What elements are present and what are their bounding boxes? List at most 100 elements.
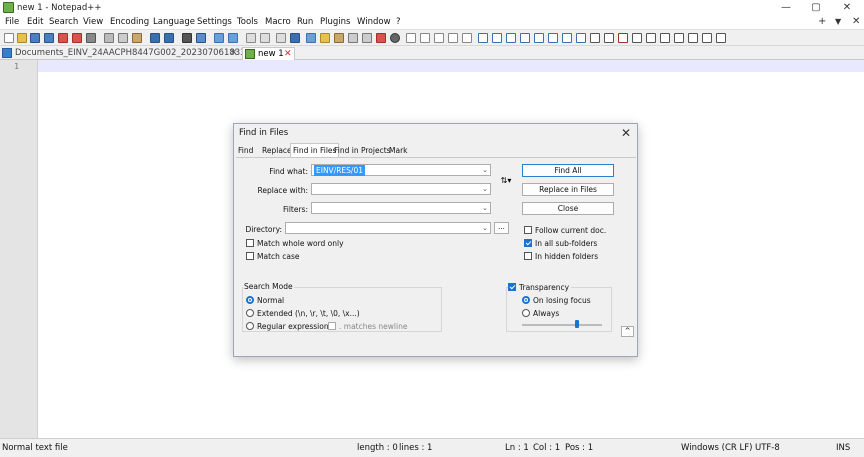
plugin-icon-1[interactable] (478, 33, 488, 43)
plugin-icon-2[interactable] (492, 33, 502, 43)
save-icon[interactable] (30, 33, 40, 43)
collapse-dialog-button[interactable]: ^ (621, 326, 634, 337)
open-file-icon[interactable] (17, 33, 27, 43)
plugin-icon-14[interactable] (660, 33, 670, 43)
zoom-in-icon[interactable] (214, 33, 224, 43)
status-encoding[interactable]: UTF-8 (755, 443, 780, 453)
menu-view[interactable]: View (83, 17, 103, 27)
record-macro-icon[interactable] (390, 33, 400, 43)
matches-newline-checkbox[interactable]: . matches newline (328, 322, 407, 331)
on-losing-focus-radio[interactable]: On losing focus (522, 296, 591, 305)
close-document-button[interactable]: ✕ (852, 16, 860, 27)
tab-find[interactable]: Find (238, 145, 253, 157)
run-macro-multiple-icon[interactable] (448, 33, 458, 43)
show-all-chars-icon[interactable] (290, 33, 300, 43)
plugin-icon-13[interactable] (646, 33, 656, 43)
sync-vertical-icon[interactable] (246, 33, 256, 43)
swap-find-replace-button[interactable]: ⇅▾ (495, 174, 517, 187)
monitoring-icon[interactable] (376, 33, 386, 43)
menu-language[interactable]: Language (153, 17, 195, 27)
status-mode[interactable]: INS (836, 443, 850, 453)
plugin-icon-17[interactable] (702, 33, 712, 43)
replace-with-combo[interactable]: ⌄ (311, 183, 491, 195)
tab-find-in-projects[interactable]: Find in Projects (334, 145, 391, 157)
menu-file[interactable]: File (5, 17, 19, 27)
plugin-icon-8[interactable] (576, 33, 586, 43)
replace-icon[interactable] (196, 33, 206, 43)
chevron-down-icon[interactable]: ⌄ (482, 165, 488, 176)
transparency-checkbox[interactable]: Transparency (508, 283, 572, 292)
plugin-icon-5[interactable] (534, 33, 544, 43)
doc-map-icon[interactable] (334, 33, 344, 43)
copy-icon[interactable] (118, 33, 128, 43)
directory-combo[interactable]: ⌄ (285, 222, 491, 234)
plugin-icon-9[interactable] (590, 33, 600, 43)
find-icon[interactable] (182, 33, 192, 43)
normal-radio[interactable]: Normal (246, 296, 284, 305)
close-file-icon[interactable] (58, 33, 68, 43)
plugin-icon-12[interactable] (632, 33, 642, 43)
regex-radio[interactable]: Regular expression (246, 322, 329, 331)
udl-icon[interactable] (320, 33, 330, 43)
replace-in-files-button[interactable]: Replace in Files (522, 183, 614, 196)
undo-icon[interactable] (150, 33, 160, 43)
new-file-icon[interactable] (4, 33, 14, 43)
folder-workspace-icon[interactable] (362, 33, 372, 43)
find-all-button[interactable]: Find All (522, 164, 614, 177)
menu-macro[interactable]: Macro (265, 17, 291, 27)
chevron-down-icon[interactable]: ⌄ (482, 223, 488, 234)
browse-directory-button[interactable]: ... (494, 222, 509, 234)
in-hidden-folders-checkbox[interactable]: In hidden folders (524, 252, 598, 261)
always-radio[interactable]: Always (522, 309, 559, 318)
tab-find-in-files[interactable]: Find in Files (290, 143, 340, 157)
function-list-icon[interactable] (348, 33, 358, 43)
stop-record-icon[interactable] (420, 33, 430, 43)
start-record-icon[interactable] (406, 33, 416, 43)
paste-icon[interactable] (132, 33, 142, 43)
match-whole-word-checkbox[interactable]: Match whole word only (246, 239, 344, 248)
plugin-icon-3[interactable] (506, 33, 516, 43)
plugin-icon-4[interactable] (520, 33, 530, 43)
menu-run[interactable]: Run (297, 17, 313, 27)
tab-list-dropdown[interactable]: ▼ (835, 17, 841, 26)
menu-edit[interactable]: Edit (27, 17, 43, 27)
tab-mark[interactable]: Mark (389, 145, 408, 157)
close-all-icon[interactable] (72, 33, 82, 43)
plugin-icon-10[interactable] (604, 33, 614, 43)
cut-icon[interactable] (104, 33, 114, 43)
transparency-slider-track[interactable] (522, 324, 602, 326)
menu-settings[interactable]: Settings (197, 17, 232, 27)
close-tab-icon[interactable]: ✕ (284, 48, 292, 60)
status-eol[interactable]: Windows (CR LF) (681, 443, 752, 453)
follow-current-doc-checkbox[interactable]: Follow current doc. (524, 226, 606, 235)
plugin-icon-18[interactable] (716, 33, 726, 43)
word-wrap-icon[interactable] (276, 33, 286, 43)
filters-combo[interactable]: ⌄ (311, 202, 491, 214)
menu-tools[interactable]: Tools (237, 17, 258, 27)
indent-guide-icon[interactable] (306, 33, 316, 43)
plugin-icon-16[interactable] (688, 33, 698, 43)
tab-documents-json[interactable]: Documents_EINV_24AACPH8447G002_202307061… (0, 47, 266, 60)
playback-icon[interactable] (434, 33, 444, 43)
save-all-icon[interactable] (44, 33, 54, 43)
sync-horizontal-icon[interactable] (260, 33, 270, 43)
menu-plugins[interactable]: Plugins (320, 17, 350, 27)
plugin-icon-7[interactable] (562, 33, 572, 43)
maximize-button[interactable]: ▢ (805, 1, 827, 14)
plugin-icon-11[interactable] (618, 33, 628, 43)
in-all-sub-folders-checkbox[interactable]: In all sub-folders (524, 239, 597, 248)
plugin-icon-6[interactable] (548, 33, 558, 43)
minimize-button[interactable]: — (775, 1, 797, 14)
menu-search[interactable]: Search (49, 17, 78, 27)
redo-icon[interactable] (164, 33, 174, 43)
tab-replace[interactable]: Replace (262, 145, 292, 157)
transparency-slider-thumb[interactable] (575, 320, 580, 328)
extended-radio[interactable]: Extended (\n, \r, \t, \0, \x...) (246, 309, 360, 318)
menu-window[interactable]: Window (357, 17, 391, 27)
close-window-button[interactable]: ✕ (836, 1, 858, 14)
print-icon[interactable] (86, 33, 96, 43)
find-what-combo[interactable]: EINV/RES/01 ⌄ (311, 164, 491, 176)
menu-help[interactable]: ? (396, 17, 401, 27)
tab-new-1[interactable]: new 1 ✕ (242, 47, 295, 60)
dialog-close-button[interactable]: ✕ (621, 126, 631, 140)
